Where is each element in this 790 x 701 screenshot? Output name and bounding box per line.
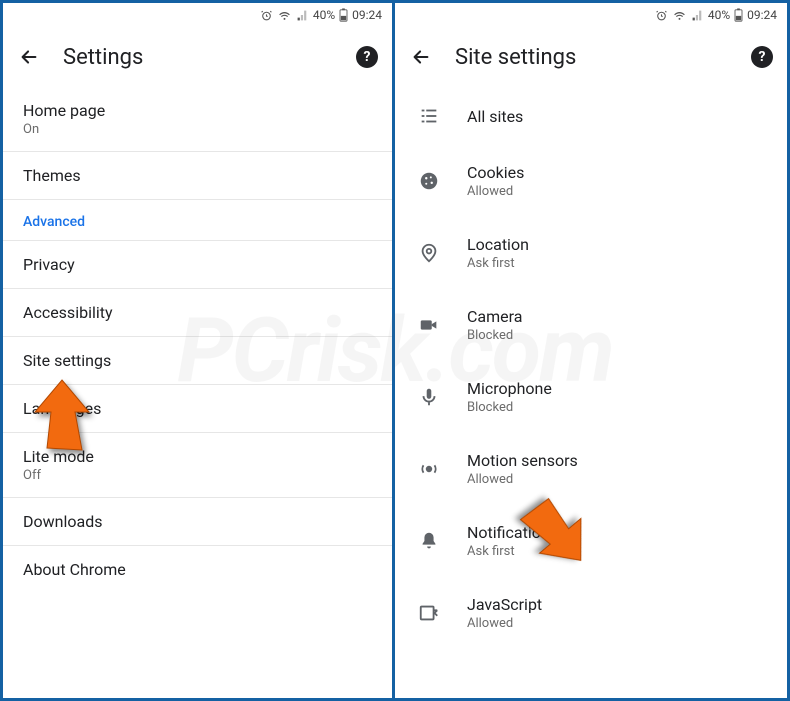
row-notifications[interactable]: Notifications Ask first: [395, 505, 787, 577]
status-bar: 40% 09:24: [395, 3, 787, 27]
settings-list: Home page On Themes Advanced Privacy Acc…: [3, 87, 392, 593]
app-bar: Settings ?: [3, 27, 392, 87]
javascript-icon: [415, 602, 443, 624]
alarm-icon: [260, 9, 273, 22]
signal-icon: [691, 9, 704, 22]
clock-time: 09:24: [352, 8, 382, 22]
camera-icon: [415, 314, 443, 336]
battery-percent: 40%: [313, 8, 335, 22]
status-bar: 40% 09:24: [3, 3, 392, 27]
section-advanced: Advanced: [3, 200, 392, 241]
page-title: Settings: [63, 45, 334, 70]
phone-right: 40% 09:24 Site settings ? All sites: [395, 0, 790, 701]
row-microphone[interactable]: Microphone Blocked: [395, 361, 787, 433]
row-cookies[interactable]: Cookies Allowed: [395, 145, 787, 217]
phone-left: 40% 09:24 Settings ? Home page On Themes…: [0, 0, 395, 701]
clock-time: 09:24: [747, 8, 777, 22]
help-button[interactable]: ?: [751, 46, 773, 68]
back-button[interactable]: [409, 45, 433, 69]
row-privacy[interactable]: Privacy: [3, 241, 392, 289]
site-settings-list: All sites Cookies Allowed Location A: [395, 87, 787, 649]
signal-icon: [296, 9, 309, 22]
row-javascript[interactable]: JavaScript Allowed: [395, 577, 787, 649]
motion-icon: [415, 458, 443, 480]
row-location[interactable]: Location Ask first: [395, 217, 787, 289]
alarm-icon: [655, 9, 668, 22]
app-bar: Site settings ?: [395, 27, 787, 87]
wifi-icon: [672, 9, 687, 22]
location-icon: [415, 242, 443, 264]
list-icon: [415, 105, 443, 127]
row-home-page[interactable]: Home page On: [3, 87, 392, 152]
row-downloads[interactable]: Downloads: [3, 498, 392, 546]
cookie-icon: [415, 170, 443, 192]
page-title: Site settings: [455, 45, 729, 70]
row-lite-mode[interactable]: Lite mode Off: [3, 433, 392, 498]
row-themes[interactable]: Themes: [3, 152, 392, 200]
row-camera[interactable]: Camera Blocked: [395, 289, 787, 361]
back-button[interactable]: [17, 45, 41, 69]
battery-icon: [734, 8, 743, 22]
row-all-sites[interactable]: All sites: [395, 87, 787, 145]
row-site-settings[interactable]: Site settings: [3, 337, 392, 385]
battery-percent: 40%: [708, 8, 730, 22]
wifi-icon: [277, 9, 292, 22]
row-languages[interactable]: Languages: [3, 385, 392, 433]
row-accessibility[interactable]: Accessibility: [3, 289, 392, 337]
row-about-chrome[interactable]: About Chrome: [3, 546, 392, 593]
battery-icon: [339, 8, 348, 22]
help-button[interactable]: ?: [356, 46, 378, 68]
row-motion-sensors[interactable]: Motion sensors Allowed: [395, 433, 787, 505]
microphone-icon: [415, 386, 443, 408]
bell-icon: [415, 530, 443, 552]
